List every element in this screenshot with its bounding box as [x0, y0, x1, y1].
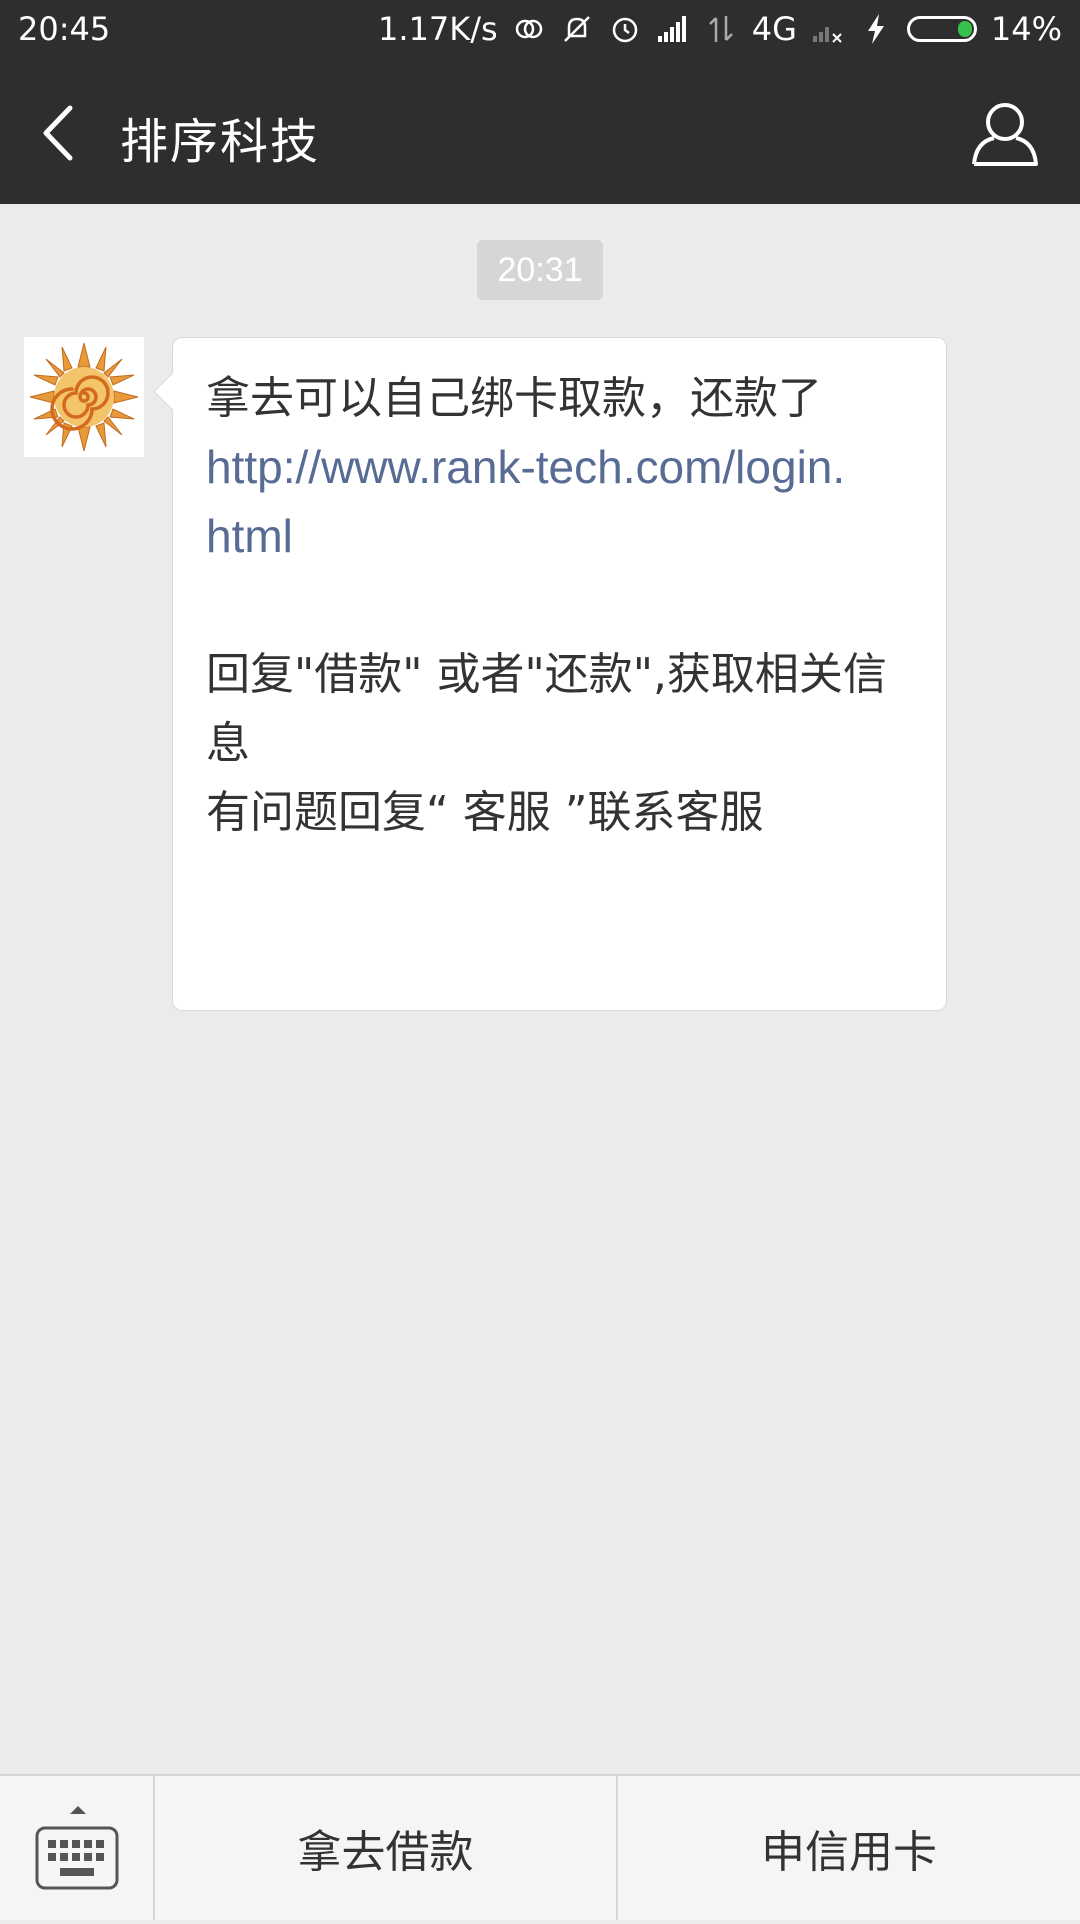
menu-button-credit-card[interactable]: 申信用卡	[618, 1776, 1080, 1920]
network-type: 4G	[751, 10, 797, 48]
alarm-icon	[612, 17, 637, 43]
message-timestamp: 20:31	[477, 240, 603, 300]
data-arrows-icon	[708, 16, 733, 42]
message-link-continued[interactable]: html	[206, 502, 916, 571]
message-text-line: 回复"借款" 或者"还款",获取相关信	[206, 649, 887, 700]
message-text-line: 拿去可以自己绑卡取款，还款了	[206, 373, 822, 424]
message-bubble[interactable]: 拿去可以自己绑卡取款，还款了 http://www.rank-tech.com/…	[172, 337, 947, 1011]
status-icons: 1.17K/s 4G 14%	[378, 10, 1062, 48]
message-text-line: 有问题回复“ 客服 ”联系客服	[206, 787, 764, 838]
charging-icon	[867, 14, 884, 44]
back-chevron-icon[interactable]	[34, 100, 84, 166]
sun-logo-icon[interactable]	[24, 337, 144, 457]
battery-level: 14%	[990, 10, 1062, 48]
message-text-line: 息	[206, 718, 250, 769]
sync-icon	[515, 19, 542, 39]
chat-title: 排序科技	[120, 114, 321, 170]
status-bar: 20:45 1.17K/s 4G 14%	[0, 0, 1080, 62]
battery-icon	[906, 16, 977, 42]
person-icon[interactable]	[970, 98, 1040, 168]
signal-icon	[657, 16, 686, 42]
title-bar: 排序科技	[0, 62, 1080, 204]
message-link[interactable]: http://www.rank-tech.com/login.	[206, 433, 916, 502]
network-speed: 1.17K/s	[378, 10, 498, 48]
status-time: 20:45	[18, 10, 111, 48]
keyboard-icon	[35, 1806, 119, 1890]
signal-no-sim-icon	[812, 27, 842, 43]
keyboard-toggle-button[interactable]	[0, 1776, 155, 1920]
mute-icon	[563, 16, 590, 42]
menu-button-loan[interactable]: 拿去借款	[155, 1776, 618, 1920]
chat-area[interactable]: 20:31 拿去可以自己绑卡取款，还款了 http://www.rank-tec…	[0, 204, 1080, 1774]
bottom-menu-bar: 拿去借款 申信用卡	[0, 1774, 1080, 1920]
